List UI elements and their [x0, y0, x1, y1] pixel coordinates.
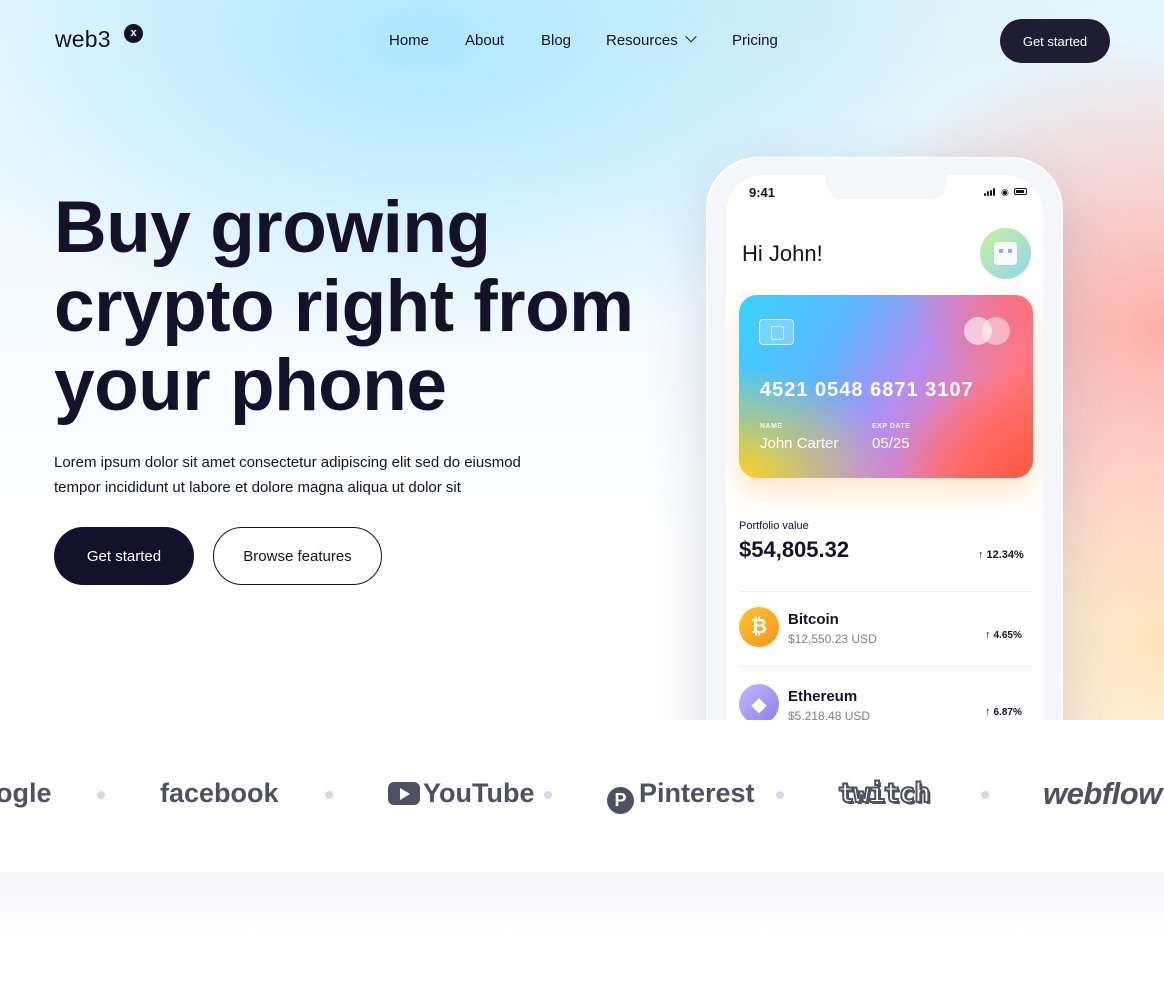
arrow-up-icon: ↑	[985, 629, 991, 641]
partner-logo-pinterest: P Pinterest	[607, 778, 755, 814]
divider	[739, 591, 1033, 592]
separator-dot	[97, 791, 105, 799]
portfolio-label: Portfolio value	[739, 520, 809, 532]
coin-change-bitcoin-value: 4.65%	[993, 630, 1022, 641]
nav-link-home[interactable]: Home	[389, 32, 429, 49]
next-section-background	[0, 872, 1164, 990]
pinterest-wordmark: Pinterest	[639, 778, 755, 808]
partner-logo-twitch: twitch	[837, 777, 932, 810]
battery-icon	[1014, 188, 1027, 195]
coin-change-ethereum: ↑ 6.87%	[985, 706, 1022, 718]
wifi-icon: ◉	[1001, 187, 1009, 197]
status-time: 9:41	[749, 185, 776, 200]
card-exp-label: EXP DATE	[872, 423, 911, 430]
portfolio-change: ↑ 12.34%	[978, 549, 1024, 561]
coin-change-bitcoin: ↑ 4.65%	[985, 629, 1022, 641]
nav-get-started-button[interactable]: Get started	[1000, 19, 1110, 63]
coin-name-ethereum[interactable]: Ethereum	[788, 688, 857, 705]
browse-features-button[interactable]: Browse features	[213, 527, 382, 585]
hero-title: Buy growing crypto right from your phone	[54, 187, 634, 426]
greeting: Hi John!	[742, 241, 823, 266]
coin-usd-bitcoin: $12,550.23 USD	[788, 632, 877, 646]
arrow-up-icon: ↑	[978, 549, 984, 561]
ethereum-icon: ◆	[739, 684, 779, 720]
portfolio-change-value: 12.34%	[986, 549, 1024, 561]
card-exp-date: 05/25	[872, 435, 910, 452]
coin-name-bitcoin[interactable]: Bitcoin	[788, 611, 839, 628]
nav-link-about[interactable]: About	[465, 32, 504, 49]
avatar[interactable]	[980, 228, 1031, 279]
status-icons: ◉	[984, 187, 1028, 197]
partner-logo-youtube: YouTube	[388, 778, 534, 809]
avatar-face-icon	[994, 242, 1017, 265]
credit-card[interactable]: 4521 0548 6871 3107 NAME John Carter EXP…	[739, 295, 1033, 478]
partner-logo-google: ogle	[0, 778, 52, 808]
partner-logos-strip: ogle facebook YouTube P Pinterest twitch …	[0, 720, 1164, 872]
mastercard-icon-overlap	[982, 317, 1010, 345]
youtube-wordmark: YouTube	[423, 778, 535, 808]
nav-link-resources[interactable]: Resources	[606, 31, 697, 49]
coin-change-ethereum-value: 6.87%	[993, 707, 1022, 718]
phone-screen: 9:41 ◉ Hi John! 4521 0548 6871 3107 NAME…	[726, 175, 1043, 720]
separator-dot	[325, 791, 333, 799]
chip-icon	[759, 319, 794, 345]
divider	[739, 666, 1033, 667]
arrow-up-icon: ↑	[985, 706, 991, 718]
nav-link-pricing[interactable]: Pricing	[732, 32, 778, 49]
nav-link-blog[interactable]: Blog	[541, 32, 571, 49]
partner-logo-facebook: facebook	[160, 778, 279, 808]
separator-dot	[981, 791, 989, 799]
card-number: 4521 0548 6871 3107	[760, 379, 974, 401]
main-nav: Home About Blog Resources Pricing	[0, 31, 1164, 52]
separator-dot	[544, 791, 552, 799]
get-started-button[interactable]: Get started	[54, 527, 194, 585]
bitcoin-icon: ₿	[739, 607, 779, 647]
pinterest-icon: P	[607, 787, 634, 814]
partner-logo-webflow: webflow	[1043, 776, 1162, 811]
phone-mockup: 9:41 ◉ Hi John! 4521 0548 6871 3107 NAME…	[706, 157, 1063, 720]
portfolio-value: $54,805.32	[739, 537, 850, 562]
phone-notch	[826, 175, 947, 199]
card-name-label: NAME	[760, 423, 783, 430]
hero-subtitle: Lorem ipsum dolor sit amet consectetur a…	[54, 454, 521, 496]
hero-section: web3 x Home About Blog Resources Pricing…	[0, 0, 1164, 720]
chevron-down-icon	[685, 31, 697, 43]
card-holder-name: John Carter	[760, 435, 839, 452]
youtube-play-icon	[388, 782, 420, 805]
separator-dot	[776, 791, 784, 799]
coin-usd-ethereum: $5,218.48 USD	[788, 709, 871, 720]
nav-resources-label: Resources	[606, 32, 678, 49]
